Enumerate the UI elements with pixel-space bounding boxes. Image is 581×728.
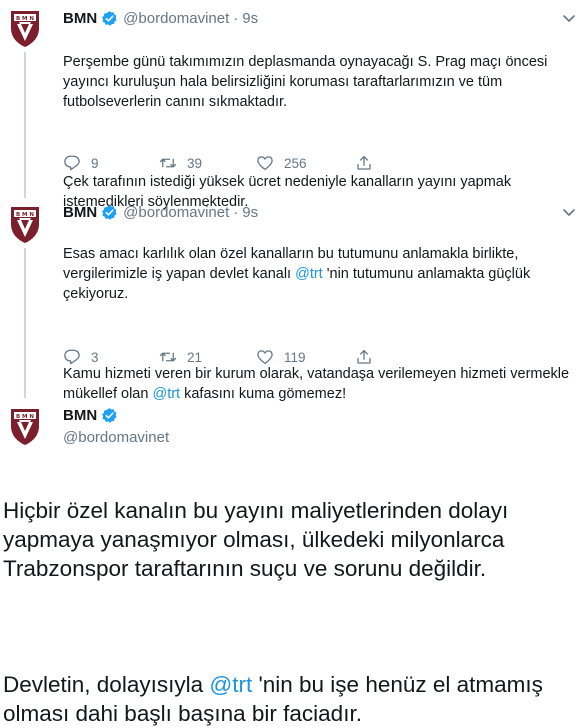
tweet-paragraph: Esas amacı karlılık olan özel kanalların… <box>63 246 530 302</box>
reply-icon <box>64 349 80 365</box>
main-tweet-text: Hiçbir özel kanalın bu yayını maliyetler… <box>3 467 575 728</box>
user-handle[interactable]: @bordomavinet <box>63 429 169 446</box>
separator-dot: · <box>233 204 239 221</box>
like-button[interactable]: 119 <box>256 348 306 366</box>
like-count: 119 <box>284 349 306 365</box>
user-handle[interactable]: @bordomavinet <box>123 10 229 27</box>
thread-tweet-2[interactable]: B M N BMN @bordomavinet · 9s Esas amacı … <box>0 190 581 402</box>
chevron-down-icon[interactable] <box>562 208 576 218</box>
avatar[interactable]: B M N <box>8 8 42 48</box>
club-crest-icon: B M N <box>11 11 39 47</box>
svg-text:B M N: B M N <box>16 414 34 420</box>
tweet-text: Esas amacı karlılık olan özel kanalların… <box>63 224 577 404</box>
tweet-header: BMN @bordomavinet · 9s <box>63 10 258 27</box>
reply-count: 3 <box>91 349 99 365</box>
retweet-icon <box>159 352 177 362</box>
main-tweet: B M N BMN @bordomavinet Hiçbir özel kana… <box>0 388 581 726</box>
tweet-text: Perşembe günü takımımızın deplasmanda oy… <box>63 32 573 212</box>
user-handle[interactable]: @bordomavinet <box>123 204 229 221</box>
tweet-timestamp[interactable]: 9s <box>242 204 258 221</box>
club-crest-icon: B M N <box>11 409 39 445</box>
tweet-paragraph: Perşembe günü takımımızın deplasmanda oy… <box>63 54 548 110</box>
club-crest-icon: B M N <box>11 207 39 243</box>
retweet-count: 39 <box>187 155 203 171</box>
reply-icon <box>64 155 80 171</box>
display-name-row: BMN <box>63 407 123 424</box>
reply-count: 9 <box>91 155 99 171</box>
retweet-count: 21 <box>187 349 203 365</box>
share-button[interactable] <box>355 348 383 366</box>
heart-icon <box>257 156 273 171</box>
thread-tweet-1[interactable]: B M N BMN @bordomavinet · 9s Perşembe gü… <box>0 0 581 210</box>
share-icon <box>357 155 371 170</box>
avatar[interactable]: B M N <box>8 406 42 446</box>
thread-line <box>24 248 26 388</box>
share-icon <box>357 349 371 364</box>
thread-line <box>24 190 26 198</box>
display-name[interactable]: BMN <box>63 10 97 27</box>
svg-text:B M N: B M N <box>16 212 34 218</box>
tweet-actions: 3 21 119 <box>63 348 573 368</box>
tweet-paragraph: Devletin, dolayısıyla @trt 'nin bu işe h… <box>3 672 543 726</box>
reply-button[interactable]: 9 <box>63 154 99 172</box>
tweet-actions: 9 39 256 <box>63 154 573 174</box>
tweet-paragraph: Hiçbir özel kanalın bu yayını maliyetler… <box>3 498 509 581</box>
thread-line <box>24 388 26 398</box>
thread-line <box>24 52 26 190</box>
svg-text:B M N: B M N <box>16 16 34 22</box>
like-button[interactable]: 256 <box>256 154 307 172</box>
chevron-down-icon[interactable] <box>562 14 576 24</box>
verified-badge-icon <box>101 204 118 221</box>
verified-badge-icon <box>101 407 118 424</box>
heart-icon <box>257 350 273 365</box>
avatar[interactable]: B M N <box>8 204 42 244</box>
tweet-timestamp[interactable]: 9s <box>242 10 258 27</box>
mention-link[interactable]: @trt <box>209 672 252 697</box>
display-name[interactable]: BMN <box>63 407 97 424</box>
retweet-button[interactable]: 21 <box>159 348 202 366</box>
display-name[interactable]: BMN <box>63 204 97 221</box>
retweet-icon <box>159 158 177 168</box>
mention-link[interactable]: @trt <box>295 266 323 282</box>
verified-badge-icon <box>101 10 118 27</box>
like-count: 256 <box>284 155 307 171</box>
share-button[interactable] <box>355 154 383 172</box>
reply-button[interactable]: 3 <box>63 348 99 366</box>
text-segment: Devletin, dolayısıyla <box>3 672 210 697</box>
separator-dot: · <box>233 10 239 27</box>
retweet-button[interactable]: 39 <box>159 154 202 172</box>
tweet-header: BMN @bordomavinet · 9s <box>63 204 258 221</box>
